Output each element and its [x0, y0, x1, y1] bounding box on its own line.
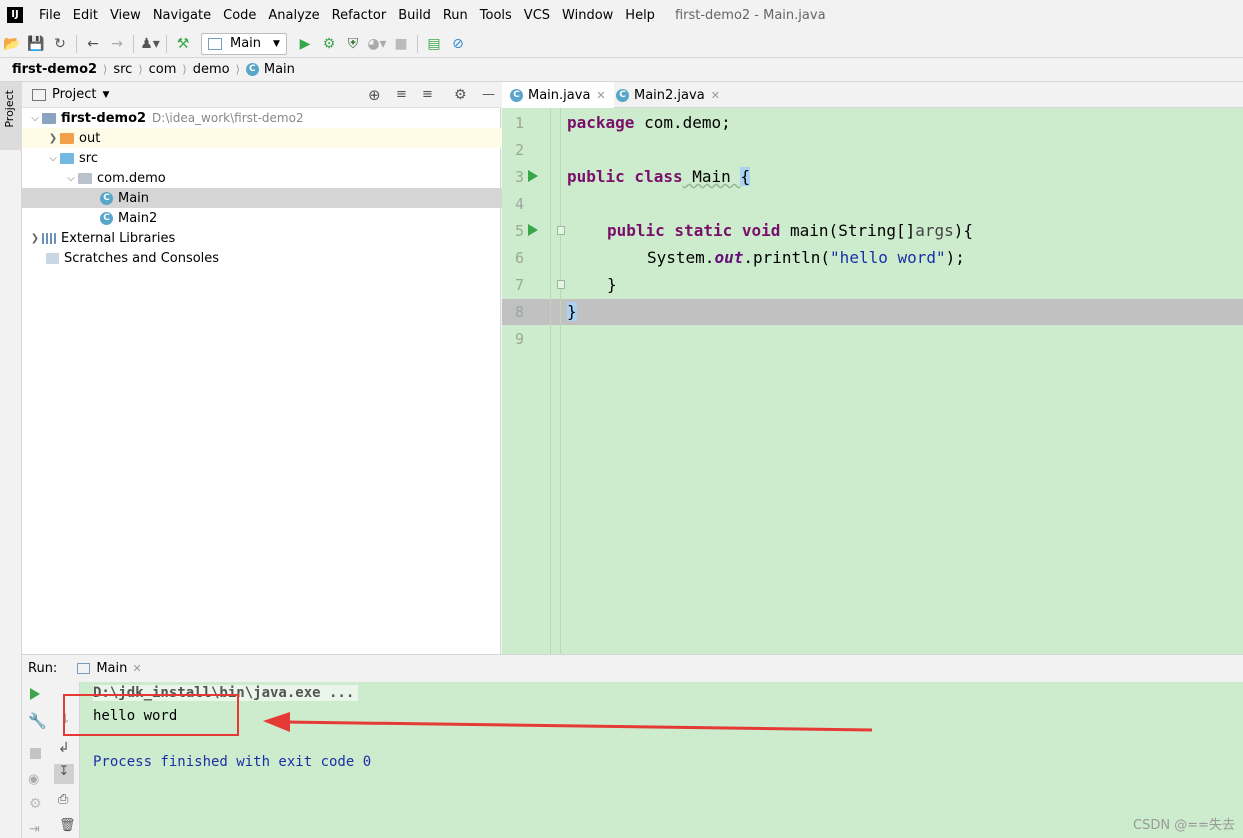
annotation-arrow-shaft: [284, 720, 873, 732]
annotation-arrow-head: [263, 712, 290, 732]
annotation-arrow: [263, 712, 873, 732]
